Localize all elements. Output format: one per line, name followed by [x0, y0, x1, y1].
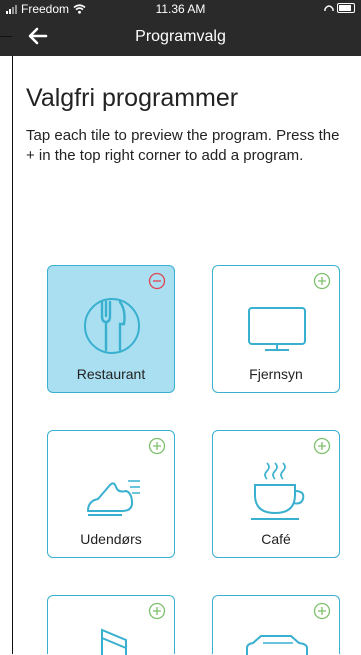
- car-icon: [246, 635, 308, 655]
- music-note-icon: [101, 628, 127, 655]
- tv-icon: [248, 307, 306, 351]
- status-time: 11.36 AM: [155, 2, 206, 16]
- add-icon[interactable]: [148, 437, 166, 455]
- intro-text: Tap each tile to preview the program. Pr…: [26, 127, 340, 164]
- tile-label: Fjernsyn: [249, 366, 303, 382]
- add-icon[interactable]: [148, 602, 166, 620]
- tile-label: Udendørs: [80, 531, 142, 547]
- tile-fjernsyn[interactable]: Fjernsyn: [212, 265, 340, 393]
- tile-udendors[interactable]: Udendørs: [47, 430, 175, 558]
- status-bar: Freedom 11.36 AM: [0, 0, 361, 18]
- battery-icon: [337, 3, 355, 13]
- add-icon[interactable]: [313, 272, 331, 290]
- tile-label: Restaurant: [76, 366, 146, 382]
- divider-line: [0, 36, 12, 37]
- page-title: Valgfri programmer: [26, 84, 239, 112]
- tile-music[interactable]: [47, 595, 175, 655]
- add-icon[interactable]: [313, 602, 331, 620]
- battery-indicator: [324, 3, 355, 13]
- nav-title: Programvalg: [135, 28, 226, 45]
- tile-cafe[interactable]: Café: [212, 430, 340, 558]
- tile-car[interactable]: [212, 595, 340, 655]
- headphones-icon: [324, 4, 334, 11]
- add-icon[interactable]: [313, 437, 331, 455]
- tile-label: Café: [261, 531, 291, 547]
- coffee-cup-icon: [251, 462, 305, 520]
- cutlery-icon: [84, 298, 140, 354]
- running-shoe-icon: [87, 480, 140, 516]
- tile-restaurant[interactable]: Restaurant: [47, 265, 175, 393]
- remove-icon[interactable]: [148, 272, 166, 290]
- left-border: [12, 56, 13, 654]
- navigation-bar: Programvalg: [0, 18, 361, 56]
